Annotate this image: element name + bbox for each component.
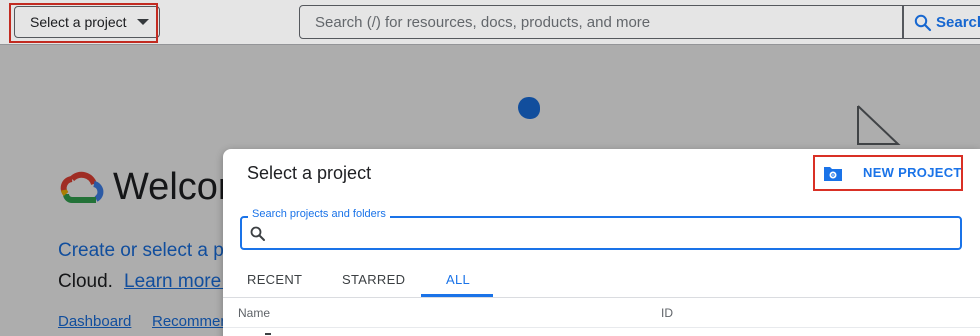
table-row[interactable] xyxy=(265,333,271,335)
topbar-scrim xyxy=(0,0,980,44)
select-project-dialog: Select a project NEW PROJECT Search proj… xyxy=(223,149,980,336)
new-project-highlight xyxy=(813,155,963,191)
column-header-id[interactable]: ID xyxy=(661,306,673,320)
column-header-name[interactable]: Name xyxy=(238,306,270,320)
project-search-label: Search projects and folders xyxy=(248,208,390,220)
tab-recent[interactable]: RECENT xyxy=(247,272,302,287)
table-header-divider xyxy=(223,327,980,328)
tab-all[interactable]: ALL xyxy=(446,272,470,287)
tab-starred[interactable]: STARRED xyxy=(342,272,405,287)
search-icon xyxy=(250,226,265,241)
project-search-field[interactable]: Search projects and folders xyxy=(240,208,962,250)
screen: Select a project Search (/) for resource… xyxy=(0,0,980,336)
dialog-title: Select a project xyxy=(247,163,372,183)
tabs-divider xyxy=(223,297,980,298)
